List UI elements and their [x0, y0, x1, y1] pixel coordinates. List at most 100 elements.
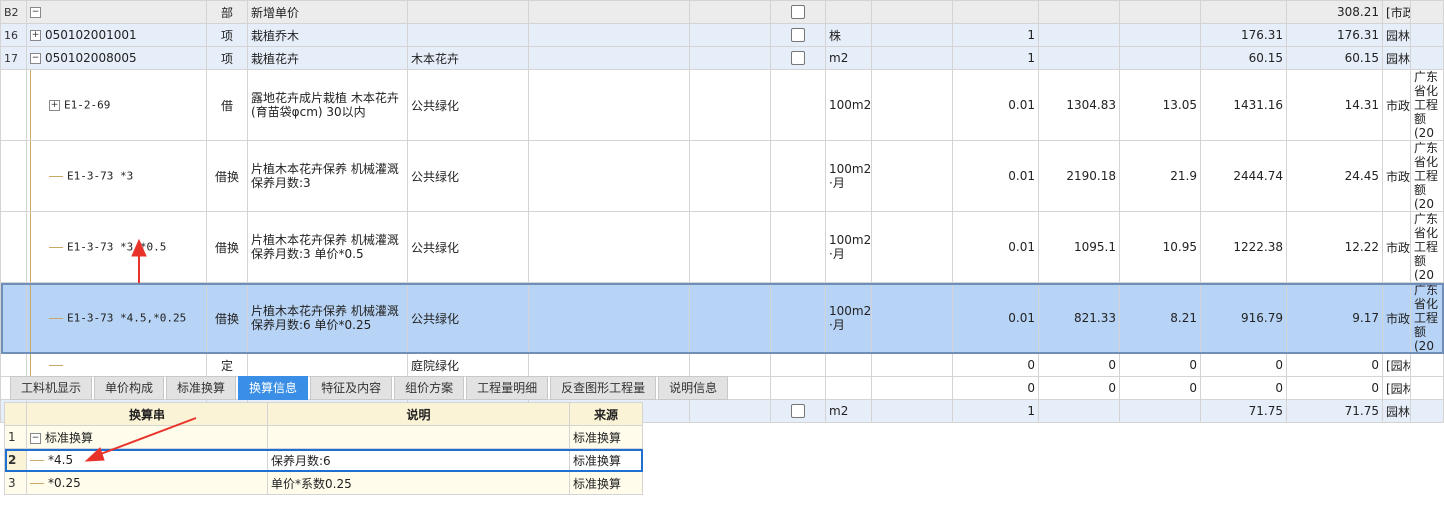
column-header[interactable]: 来源 [569, 402, 643, 426]
name-cell[interactable]: 新增单价 [247, 0, 408, 24]
code-cell[interactable]: E1-3-73 *3 [26, 140, 207, 212]
unit-cell[interactable]: m2 [825, 399, 872, 423]
qty-cell[interactable]: 0.01 [952, 69, 1039, 141]
code-cell[interactable]: + E1-2-69 [26, 69, 207, 141]
code-cell[interactable]: − [26, 0, 207, 24]
qty-cell[interactable]: 1 [952, 399, 1039, 423]
checkbox-cell[interactable] [770, 140, 826, 212]
name-cell[interactable]: 片植木本花卉保养 机械灌溉 保养月数:3 单价*0.5 [247, 211, 408, 283]
profession-cell: 园林绿化工程 [1382, 399, 1411, 423]
qty-cell[interactable]: 1 [952, 46, 1039, 70]
unit-cell[interactable]: m2 [825, 46, 872, 70]
checkbox-cell[interactable] [770, 23, 826, 47]
empty-cell [689, 282, 771, 354]
qty-cell[interactable] [952, 0, 1039, 24]
tab-3[interactable]: 换算信息 [238, 376, 309, 400]
tab-2[interactable]: 标准换算 [166, 376, 237, 400]
checkbox[interactable] [791, 404, 805, 419]
code-cell[interactable]: E1-3-73 *3,*0.5 [26, 211, 207, 283]
price-cell: 0 [1038, 353, 1120, 377]
qty-cell[interactable]: 0.01 [952, 282, 1039, 354]
expand-icon[interactable]: + [30, 30, 41, 41]
code-cell[interactable]: +050102001001 [26, 23, 207, 47]
unit-cell[interactable] [825, 353, 872, 377]
row-number [0, 353, 27, 377]
tab-1[interactable]: 单价构成 [94, 376, 165, 400]
qty-cell[interactable]: 0 [952, 353, 1039, 377]
price-cell: 1095.1 [1038, 211, 1120, 283]
checkbox-cell[interactable] [770, 0, 826, 24]
table-row[interactable]: 定庭院绿化00000[园林绿化工程] [0, 353, 1444, 377]
feature-cell[interactable] [407, 23, 529, 47]
tab-5[interactable]: 组价方案 [394, 376, 465, 400]
feature-cell[interactable]: 公共绿化 [407, 140, 529, 212]
name-cell[interactable] [247, 353, 408, 377]
feature-cell[interactable]: 公共绿化 [407, 282, 529, 354]
checkbox-cell[interactable] [770, 69, 826, 141]
rate-source-cell: 广东省化工程额(20 [1410, 140, 1444, 212]
table-row[interactable]: B2− 部新增单价 308.21[市政工程] [0, 0, 1444, 24]
column-header[interactable]: 说明 [267, 402, 570, 426]
feature-cell[interactable]: 公共绿化 [407, 69, 529, 141]
qty-cell[interactable]: 0.01 [952, 140, 1039, 212]
checkbox[interactable] [791, 28, 805, 43]
feature-cell[interactable]: 木本花卉 [407, 46, 529, 70]
unit-cell[interactable]: 100m2 [825, 69, 872, 141]
code-cell[interactable]: E1-3-73 *4.5,*0.25 [26, 282, 207, 354]
checkbox-cell[interactable] [770, 282, 826, 354]
checkbox-cell[interactable] [770, 211, 826, 283]
code-cell[interactable]: −050102008005 [26, 46, 207, 70]
unit-cell[interactable] [825, 0, 872, 24]
unit-cell[interactable]: 100m2 ·月 [825, 282, 872, 354]
collapse-icon[interactable]: − [30, 7, 41, 18]
tab-6[interactable]: 工程量明细 [466, 376, 549, 400]
table-row[interactable]: 3 *0.25 单价*系数0.25 标准换算 [4, 471, 643, 495]
feature-cell[interactable]: 庭院绿化 [407, 353, 529, 377]
table-row-selected[interactable]: E1-3-73 *4.5,*0.25 借换 片植木本花卉保养 机械灌溉 保养月数:6… [0, 282, 1444, 354]
unit-cell[interactable]: 100m2 ·月 [825, 211, 872, 283]
qty-cell[interactable]: 0.01 [952, 211, 1039, 283]
conversion-string-cell[interactable]: − 标准换算 [26, 425, 268, 449]
collapse-icon[interactable]: − [30, 432, 41, 444]
rate-source-cell [1410, 353, 1444, 377]
checkbox-cell[interactable] [770, 399, 826, 423]
table-row[interactable]: + E1-2-69 借露地花卉成片栽植 木本花卉(育苗袋φcm) 30以内 公共绿化 1… [0, 69, 1444, 141]
profession-cell: 园林绿化工程 [1382, 46, 1411, 70]
unit-cell[interactable] [825, 376, 872, 400]
feature-cell[interactable] [407, 0, 529, 24]
name-cell[interactable]: 栽植花卉 [247, 46, 408, 70]
column-header[interactable]: 换算串 [26, 402, 268, 426]
table-row[interactable]: 1 − 标准换算 标准换算 [4, 425, 643, 449]
table-row[interactable]: 16+050102001001项栽植乔木株1176.31176.31园林绿化工程 [0, 23, 1444, 47]
collapse-icon[interactable]: − [30, 53, 41, 64]
name-cell[interactable]: 栽植乔木 [247, 23, 408, 47]
name-cell[interactable]: 露地花卉成片栽植 木本花卉(育苗袋φcm) 30以内 [247, 69, 408, 141]
checkbox-cell[interactable] [770, 46, 826, 70]
conversion-string-cell[interactable]: *0.25 [26, 471, 268, 495]
table-row[interactable]: E1-3-73 *3 借换 片植木本花卉保养 机械灌溉 保养月数:3 公共绿化 100m… [0, 140, 1444, 212]
tab-4[interactable]: 特征及内容 [310, 376, 393, 400]
code-cell[interactable] [26, 353, 207, 377]
expand-icon[interactable]: + [49, 99, 60, 111]
qty-cell[interactable]: 0 [952, 376, 1039, 400]
feature-cell[interactable]: 公共绿化 [407, 211, 529, 283]
row-number: 1 [4, 425, 27, 449]
tab-7[interactable]: 反查图形工程量 [550, 376, 657, 400]
name-cell[interactable]: 片植木本花卉保养 机械灌溉 保养月数:6 单价*0.25 [247, 282, 408, 354]
table-row[interactable]: E1-3-73 *3,*0.5 借换 片植木本花卉保养 机械灌溉 保养月数:3 单价… [0, 211, 1444, 283]
checkbox-cell[interactable] [770, 376, 826, 400]
conversion-string-cell[interactable]: *4.5 [26, 448, 268, 472]
unit-cell[interactable]: 株 [825, 23, 872, 47]
tab-8[interactable]: 说明信息 [658, 376, 729, 400]
checkbox[interactable] [791, 51, 805, 66]
table-row-selected[interactable]: 2 *4.5 保养月数:6 标准换算 [4, 448, 643, 472]
checkbox-cell[interactable] [770, 353, 826, 377]
empty-cell [689, 0, 771, 24]
unit-cell[interactable]: 100m2 ·月 [825, 140, 872, 212]
tab-0[interactable]: 工料机显示 [10, 376, 93, 400]
qty-cell[interactable]: 1 [952, 23, 1039, 47]
empty-cell [689, 23, 771, 47]
checkbox[interactable] [791, 5, 805, 20]
table-row[interactable]: 17−050102008005项栽植花卉木本花卉m2160.1560.15园林绿… [0, 46, 1444, 70]
name-cell[interactable]: 片植木本花卉保养 机械灌溉 保养月数:3 [247, 140, 408, 212]
